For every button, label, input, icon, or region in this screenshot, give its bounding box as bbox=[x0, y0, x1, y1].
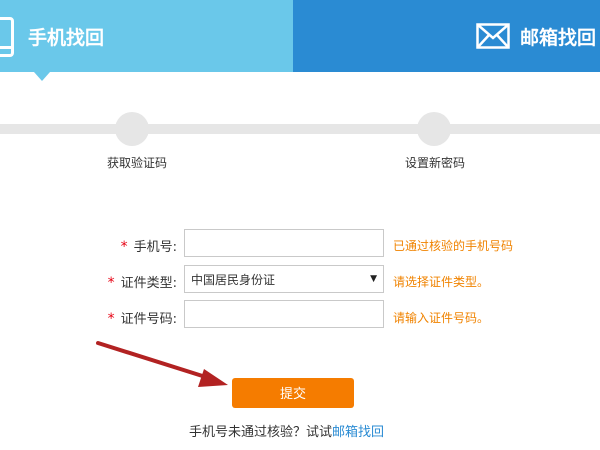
tab-mail-recovery-label: 邮箱找回 bbox=[520, 26, 597, 49]
required-mark: * bbox=[107, 275, 115, 291]
active-tab-pointer bbox=[34, 72, 50, 81]
required-mark: * bbox=[120, 239, 128, 255]
recovery-method-tabs: 手机找回 邮箱找回 bbox=[0, 0, 600, 81]
id-type-label: * 证件类型: bbox=[107, 275, 177, 291]
tab-phone-recovery[interactable]: 手机找回 bbox=[0, 0, 293, 72]
envelope-icon bbox=[476, 23, 510, 49]
phone-input[interactable] bbox=[184, 229, 384, 257]
tab-mail-recovery[interactable]: 邮箱找回 bbox=[293, 0, 600, 72]
footer-prompt-text: 手机号未通过核验？试试 bbox=[189, 425, 333, 440]
mobile-phone-icon bbox=[0, 17, 14, 57]
step-1-label: 获取验证码 bbox=[107, 156, 168, 170]
step-2-indicator bbox=[417, 112, 451, 146]
phone-label: * 手机号: bbox=[120, 239, 177, 255]
step-1-indicator bbox=[115, 112, 149, 146]
dropdown-triangle-icon: ▼ bbox=[370, 274, 377, 284]
id-number-hint: 请输入证件号码。 bbox=[393, 311, 490, 325]
id-type-selected-value: 中国居民身份证 bbox=[191, 272, 276, 287]
step-2-label: 设置新密码 bbox=[405, 156, 466, 170]
alternative-recovery-prompt: 手机号未通过核验？试试邮箱找回 bbox=[189, 421, 384, 440]
required-mark: * bbox=[107, 311, 115, 327]
id-number-input[interactable] bbox=[184, 300, 384, 328]
id-type-hint: 请选择证件类型。 bbox=[393, 275, 490, 289]
tab-phone-recovery-label: 手机找回 bbox=[28, 26, 105, 49]
annotation-arrow-icon bbox=[96, 341, 228, 387]
mail-recovery-link[interactable]: 邮箱找回 bbox=[332, 425, 384, 440]
id-type-select[interactable]: 中国居民身份证 ▼ bbox=[184, 265, 384, 293]
progress-track bbox=[0, 124, 600, 134]
phone-hint: 已通过核验的手机号码 bbox=[393, 239, 514, 253]
submit-button[interactable]: 提交 bbox=[232, 378, 354, 408]
id-number-label: * 证件号码: bbox=[107, 311, 177, 327]
